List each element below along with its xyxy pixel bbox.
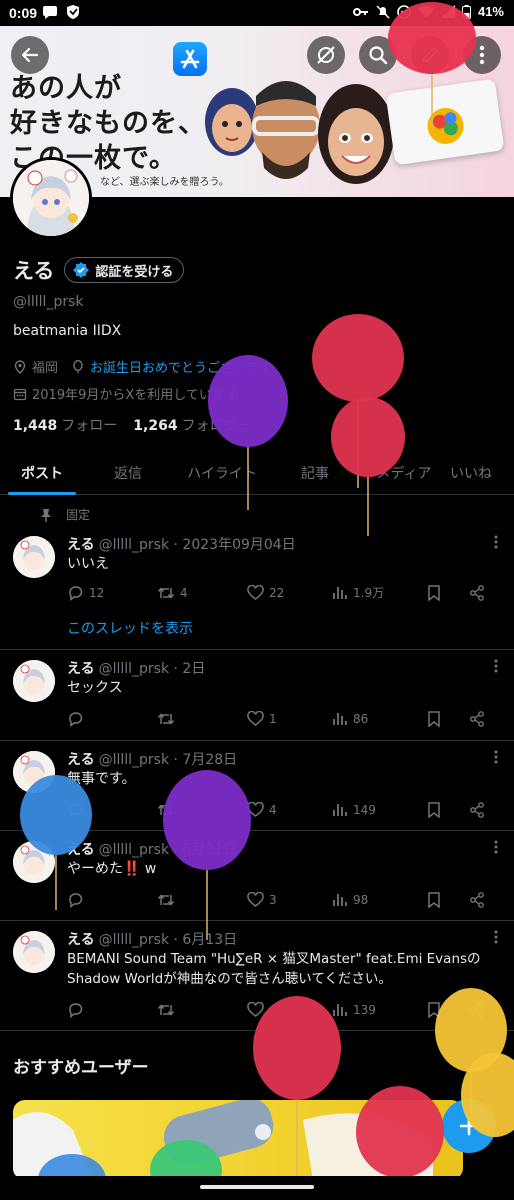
balloon-red-top-icon [388, 2, 476, 130]
system-nav-bar [0, 1176, 514, 1200]
home-gesture-handle[interactable] [200, 1185, 314, 1189]
balloon-purple-icon [163, 770, 251, 940]
balloon-red-icon [253, 996, 341, 1176]
balloon-red-icon [356, 1086, 444, 1178]
balloon-red-icon [331, 397, 405, 536]
balloon-overlay [20, 2, 514, 1200]
balloon-blue-icon [20, 775, 92, 910]
balloon-purple-icon [208, 355, 288, 510]
